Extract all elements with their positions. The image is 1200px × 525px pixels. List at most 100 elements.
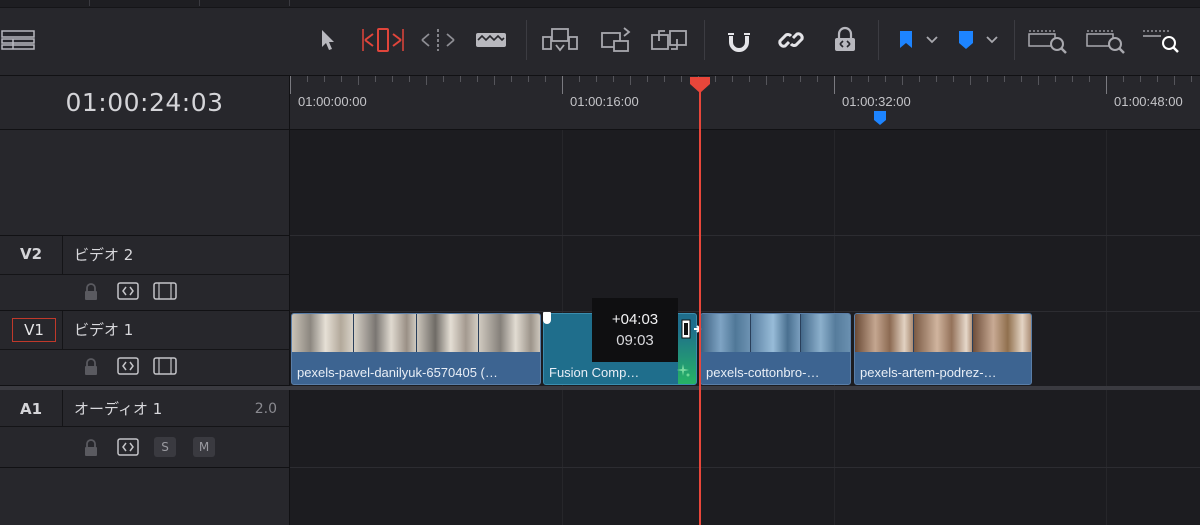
timeline-marker-icon[interactable] [873, 110, 887, 126]
track-lock-icon[interactable] [80, 437, 102, 459]
auto-track-select-icon[interactable] [116, 280, 140, 302]
ruler-tick [885, 76, 886, 82]
playhead-line[interactable] [699, 84, 701, 525]
track-header-v2: V2 ビデオ 2 [0, 236, 290, 311]
ruler-tick [1004, 76, 1005, 82]
ruler-tick [851, 76, 852, 82]
snapping-icon[interactable] [722, 22, 756, 58]
ruler-tick [613, 76, 614, 82]
clip-thumbnails [292, 314, 540, 352]
ruler-tick [749, 76, 750, 82]
auto-track-select-icon[interactable] [116, 436, 140, 458]
track-name[interactable]: オーディオ 1 [74, 398, 162, 419]
ruler-tick [426, 76, 427, 85]
selection-mode-icon[interactable] [314, 22, 342, 58]
track-id: V2 [19, 245, 43, 263]
clip-name: pexels-cottonbro-… [706, 365, 820, 380]
mute-button[interactable]: M [193, 437, 215, 457]
track-name[interactable]: ビデオ 1 [74, 319, 133, 340]
ruler-tick [579, 76, 580, 82]
ruler-tick [528, 76, 529, 82]
ruler-tick [902, 76, 903, 85]
insert-clip-icon[interactable] [540, 22, 580, 58]
ruler-tick [732, 76, 733, 82]
ruler-tick [681, 76, 682, 82]
ruler-tick [664, 76, 665, 82]
clip-name: Fusion Comp… [549, 365, 640, 380]
disable-video-track-icon[interactable] [152, 355, 178, 377]
ruler-tick [392, 76, 393, 82]
ruler-tick [562, 76, 563, 94]
ruler-tick [1089, 76, 1090, 82]
ruler-tick [715, 76, 716, 82]
linked-selection-icon[interactable] [774, 22, 808, 58]
zoom-full-icon[interactable] [1026, 22, 1070, 58]
ruler-tick [970, 76, 971, 85]
zoom-detail-icon[interactable] [1084, 22, 1128, 58]
ruler-tick [936, 76, 937, 82]
dynamic-trim-mode-icon[interactable] [418, 22, 458, 58]
ruler-tick [630, 76, 631, 85]
ruler-tick [409, 76, 410, 82]
ruler-tick [443, 76, 444, 82]
audio-channels: 2.0 [254, 401, 277, 417]
clip-in-point-handle[interactable] [543, 312, 551, 324]
marker-dropdown-chevron-icon[interactable] [982, 22, 1002, 58]
ruler-tick [511, 76, 512, 82]
ruler-tick [596, 76, 597, 82]
timeline-ruler[interactable]: 01:00:00:00 01:00:16:00 01:00:32:00 01:0… [290, 76, 1200, 130]
ruler-tick [987, 76, 988, 82]
auto-track-select-icon[interactable] [116, 355, 140, 377]
zoom-custom-icon[interactable] [1140, 22, 1184, 58]
ruler-tick [953, 76, 954, 82]
ruler-tick [1038, 76, 1039, 85]
ruler-tick [1055, 76, 1056, 82]
solo-button[interactable]: S [154, 437, 176, 457]
track-lock-icon[interactable] [80, 281, 102, 303]
ruler-tick [647, 76, 648, 82]
current-timecode[interactable]: 01:00:24:03 [65, 88, 223, 117]
ruler-tick [1140, 76, 1141, 82]
ruler-tick [834, 76, 835, 94]
track-lock-icon[interactable] [80, 356, 102, 378]
clip-name: pexels-artem-podrez-… [860, 365, 997, 380]
ruler-label: 01:00:48:00 [1114, 94, 1183, 109]
disable-video-track-icon[interactable] [152, 280, 178, 302]
ruler-tick [1191, 76, 1192, 82]
ruler-tick [766, 76, 767, 85]
position-lock-icon[interactable] [828, 22, 862, 58]
flag-icon[interactable] [892, 22, 920, 58]
trim-offset: +04:03 [611, 311, 659, 328]
grid-line [1106, 130, 1107, 525]
ruler-tick [1072, 76, 1073, 82]
trim-duration: 09:03 [616, 332, 654, 349]
ruler-label: 01:00:00:00 [298, 94, 367, 109]
ruler-tick [783, 76, 784, 82]
video-clip[interactable]: pexels-pavel-danilyuk-6570405 (… [291, 313, 541, 385]
trim-edit-mode-icon[interactable] [360, 22, 406, 58]
ruler-tick [494, 76, 495, 85]
ruler-tick [375, 76, 376, 82]
timecode-panel: 01:00:24:03 [0, 76, 290, 130]
track-name[interactable]: ビデオ 2 [74, 244, 133, 265]
ruler-tick [477, 76, 478, 82]
top-strip [0, 0, 1200, 8]
blade-edit-mode-icon[interactable] [472, 22, 510, 58]
mute-label: M [193, 437, 215, 457]
ruler-tick [358, 76, 359, 85]
video-clip[interactable]: pexels-artem-podrez-… [854, 313, 1032, 385]
clip-name: pexels-pavel-danilyuk-6570405 (… [297, 365, 498, 380]
playhead-handle-icon[interactable] [689, 76, 711, 94]
video-clip[interactable]: pexels-cottonbro-… [700, 313, 851, 385]
timeline-view-options-icon[interactable] [0, 22, 36, 58]
track-header-v1: V1 ビデオ 1 [0, 311, 290, 386]
flag-dropdown-chevron-icon[interactable] [922, 22, 942, 58]
track-header-empty-bottom [0, 468, 290, 525]
overwrite-clip-icon[interactable] [596, 22, 636, 58]
replace-clip-icon[interactable] [648, 22, 690, 58]
track-id-destination[interactable]: V1 [12, 318, 56, 342]
ruler-tick [545, 76, 546, 82]
ruler-tick [1157, 76, 1158, 82]
clip-thumbnails [855, 314, 1031, 352]
marker-icon[interactable] [952, 22, 980, 58]
